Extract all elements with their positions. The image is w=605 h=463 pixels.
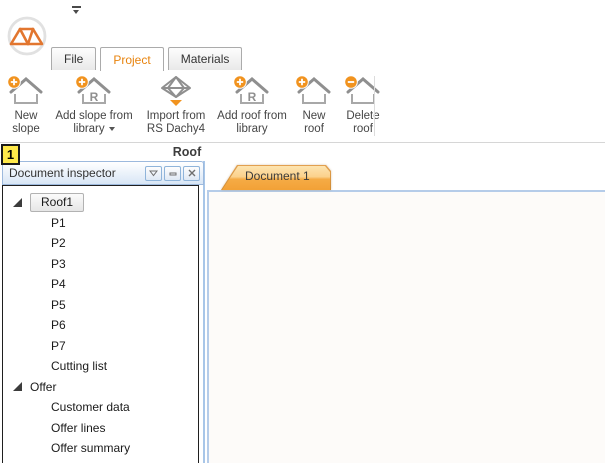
tree-node-cutting-list[interactable]: Cutting list: [3, 356, 198, 377]
svg-text:R: R: [248, 90, 257, 104]
application-window: File Project Materials New slope: [0, 0, 605, 463]
customize-quick-access-icon[interactable]: [72, 6, 82, 15]
tree-node-offer-lines[interactable]: Offer lines: [3, 418, 198, 439]
document-inspector-header[interactable]: Document inspector: [2, 161, 204, 185]
add-slope-from-library-icon: R: [75, 75, 113, 108]
ribbon-tab-bar: File Project Materials: [51, 47, 242, 71]
svg-text:R: R: [90, 90, 99, 104]
tree-node-roof1[interactable]: Roof1: [3, 192, 198, 213]
tree-node-p5[interactable]: P5: [3, 295, 198, 316]
new-slope-button[interactable]: New slope: [2, 73, 50, 136]
document-tab[interactable]: Document 1: [221, 165, 331, 190]
add-roof-from-library-icon: R: [233, 75, 271, 108]
tab-file[interactable]: File: [51, 47, 96, 70]
document-inspector-tree: Roof1 P1 P2 P3 P4 P5 P6 P7 Cutting list …: [2, 185, 199, 463]
expand-triangle-icon[interactable]: [13, 198, 22, 207]
tree-node-customer-data[interactable]: Customer data: [3, 397, 198, 418]
new-roof-button[interactable]: New roof: [290, 73, 338, 136]
import-from-rs-dachy4-button[interactable]: Import from RS Dachy4: [138, 73, 214, 136]
button-label: Add slope from library: [55, 110, 132, 136]
tree-node-p4[interactable]: P4: [3, 274, 198, 295]
new-roof-icon: [295, 75, 333, 108]
tree-node-p6[interactable]: P6: [3, 315, 198, 336]
tree-node-p3[interactable]: P3: [3, 254, 198, 275]
import-from-rs-dachy4-icon: [157, 75, 195, 108]
tree-node-p2[interactable]: P2: [3, 233, 198, 254]
ribbon-group-separator: [374, 76, 375, 136]
add-roof-from-library-button[interactable]: R Add roof from library: [214, 73, 290, 136]
panel-dropdown-button[interactable]: [145, 166, 162, 181]
panel-minimize-button[interactable]: [164, 166, 181, 181]
tab-materials[interactable]: Materials: [168, 47, 243, 70]
new-slope-icon: [7, 75, 45, 108]
add-slope-from-library-button[interactable]: R Add slope from library: [50, 73, 138, 136]
tree-node-offer-summary[interactable]: Offer summary: [3, 438, 198, 459]
button-label: New roof: [302, 110, 325, 136]
tab-project[interactable]: Project: [100, 47, 163, 71]
document-tab-label: Document 1: [245, 169, 310, 183]
button-label: New slope: [12, 110, 40, 136]
delete-roof-icon: [344, 75, 382, 108]
button-label: Add roof from library: [217, 110, 287, 136]
tree-node-label[interactable]: Roof1: [30, 193, 84, 212]
panel-splitter[interactable]: [203, 161, 205, 463]
tree-node-offer[interactable]: Offer: [3, 377, 198, 398]
panel-close-button[interactable]: [183, 166, 200, 181]
document-canvas[interactable]: [207, 190, 605, 463]
app-logo-icon: [7, 16, 47, 56]
button-label: Import from RS Dachy4: [147, 110, 206, 136]
dropdown-arrow-icon: [109, 127, 115, 131]
tree-node-p7[interactable]: P7: [3, 336, 198, 357]
tree-node-p1[interactable]: P1: [3, 213, 198, 234]
expand-triangle-icon[interactable]: [13, 382, 22, 391]
tree-node-label[interactable]: Offer: [30, 380, 56, 394]
panel-title: Document inspector: [9, 166, 145, 180]
ribbon: New slope R Add slope from librar: [0, 70, 605, 143]
som-marker-1: 1: [1, 144, 20, 165]
delete-roof-button[interactable]: Delete roof: [338, 73, 388, 136]
ribbon-group-caption: Roof: [0, 145, 374, 159]
